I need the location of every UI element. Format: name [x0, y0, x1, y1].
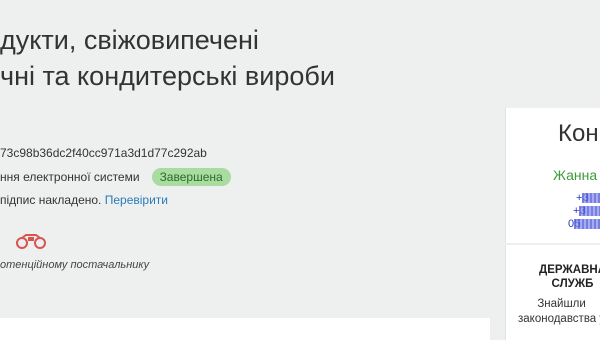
signature-row: підпис накладено. Перевірити: [0, 193, 168, 207]
contact-phone-2[interactable]: +3: [573, 205, 600, 217]
contact-phone-1[interactable]: +3: [576, 192, 600, 204]
tender-title-line-1: дукти, свіжовипечені: [0, 25, 259, 55]
state-service-title-line-1: ДЕРЖАВНА: [539, 264, 600, 276]
contact-name: Жанна: [553, 167, 598, 183]
content-bottom-strip: [0, 318, 490, 340]
state-service-card: ДЕРЖАВНА СЛУЖБ Знайшли законодавства у: [505, 245, 600, 340]
tender-title-line-2: чні та кондитерські вироби: [0, 61, 335, 91]
state-service-title: ДЕРЖАВНА СЛУЖБ: [539, 263, 600, 291]
status-label: ння електронної системи: [0, 170, 140, 184]
state-service-desc-line-2: законодавства у: [518, 313, 600, 325]
binoculars-icon[interactable]: [14, 232, 48, 250]
tender-status-row: ння електронної системи Завершена: [0, 168, 231, 186]
supplier-note: отенційному постачальнику: [0, 259, 150, 271]
state-service-title-line-2: СЛУЖБ: [551, 278, 594, 290]
tender-title: дукти, свіжовипечені чні та кондитерські…: [0, 22, 480, 94]
state-service-description: Знайшли законодавства у: [518, 297, 600, 327]
contact-card: Кон Жанна +3 +3 05: [505, 108, 600, 243]
status-badge: Завершена: [151, 168, 231, 186]
tender-id: 73c98b36dc2f40cc971a3d1d77c292ab: [0, 146, 207, 160]
tender-id-row: 73c98b36dc2f40cc971a3d1d77c292ab: [0, 146, 207, 160]
contact-phone-3[interactable]: 05: [568, 218, 600, 230]
verify-signature-link[interactable]: Перевірити: [105, 193, 168, 207]
signature-text: підпис накладено.: [0, 193, 102, 207]
contact-card-title: Кон: [558, 120, 599, 147]
state-service-desc-line-1: Знайшли: [537, 298, 586, 310]
